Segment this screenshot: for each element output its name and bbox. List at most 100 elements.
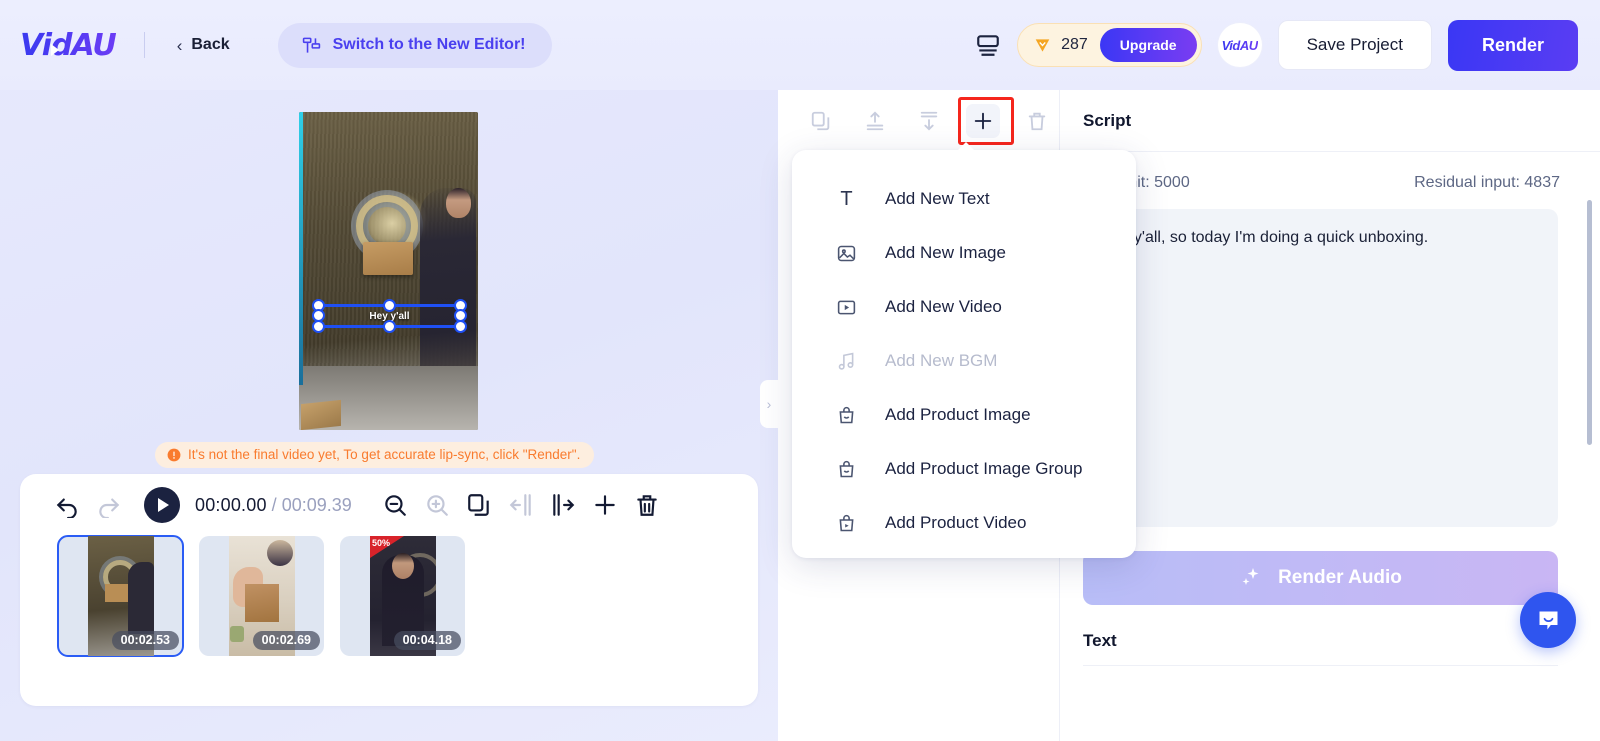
zoom-in-icon bbox=[427, 495, 448, 516]
total-time: 00:09.39 bbox=[281, 494, 352, 515]
music-icon bbox=[838, 352, 854, 370]
clip-thumbnail-1[interactable]: 00:02.53 bbox=[57, 535, 184, 657]
dropdown-item-add-new-text[interactable]: T Add New Text bbox=[792, 172, 1136, 226]
script-panel-title: Script bbox=[1061, 90, 1600, 152]
dropdown-item-label: Add Product Video bbox=[885, 513, 1027, 532]
dropdown-item-label: Add New Text bbox=[885, 189, 990, 208]
app-header: VidAU ‹ Back Switch to the New Editor! 2… bbox=[0, 0, 1600, 90]
resize-handle-bottom-left[interactable] bbox=[312, 320, 325, 333]
clip2-avatar bbox=[267, 540, 293, 566]
video-frame-light-edge bbox=[299, 112, 303, 386]
residual-input-label: Residual input: 4837 bbox=[1414, 174, 1560, 191]
dropdown-item-label: Add Product Image Group bbox=[885, 459, 1083, 478]
clip-thumbnail-2[interactable]: 00:02.69 bbox=[199, 536, 324, 656]
dropdown-item-label: Add Product Image bbox=[885, 405, 1031, 424]
back-button-label: Back bbox=[191, 36, 230, 53]
split-left-button bbox=[500, 484, 542, 526]
image-icon bbox=[837, 245, 856, 261]
video-frame-package bbox=[363, 242, 414, 276]
dropdown-item-add-new-bgm: Add New BGM bbox=[792, 334, 1136, 388]
clip2-package bbox=[245, 584, 279, 622]
dropdown-item-add-product-video[interactable]: Add Product Video bbox=[792, 496, 1136, 550]
bring-to-front-icon bbox=[866, 111, 884, 131]
dropdown-item-add-new-image[interactable]: Add New Image bbox=[792, 226, 1136, 280]
clip-thumbnail-3[interactable]: 50% 00:04.18 bbox=[340, 536, 465, 656]
clip-track: 00:02.53 00:02.69 50% 00:04.18 bbox=[20, 535, 758, 657]
clip2-plant bbox=[230, 626, 244, 642]
copy-icon bbox=[467, 494, 489, 516]
layer-toolbar bbox=[778, 90, 1060, 152]
video-canvas[interactable]: Hey y'all bbox=[299, 112, 478, 430]
save-project-button[interactable]: Save Project bbox=[1277, 20, 1432, 70]
sparkle-icon bbox=[1242, 568, 1259, 585]
gem-icon bbox=[1035, 38, 1050, 52]
switch-editor-label: Switch to the New Editor! bbox=[332, 36, 526, 53]
discount-badge-label: 50% bbox=[372, 538, 391, 548]
dropdown-item-add-product-image[interactable]: Add Product Image bbox=[792, 388, 1136, 442]
vidau-logo[interactable]: VidAU bbox=[20, 28, 117, 63]
bag-video-icon bbox=[839, 514, 854, 531]
back-button[interactable]: ‹ Back bbox=[171, 32, 236, 58]
trash-icon bbox=[1028, 112, 1046, 131]
render-audio-label: Render Audio bbox=[1278, 567, 1402, 588]
dropdown-item-label: Add New BGM bbox=[885, 351, 998, 370]
toolbar-copy-button bbox=[804, 104, 838, 138]
render-audio-button[interactable]: Render Audio bbox=[1083, 551, 1558, 605]
video-frame-person-head bbox=[446, 188, 471, 219]
toolbar-add-button[interactable] bbox=[966, 104, 1000, 138]
video-preview[interactable]: Hey y'all bbox=[299, 112, 478, 430]
timeline-controls: 00:00.00 / 00:09.39 bbox=[20, 474, 758, 536]
text-section-title: Text bbox=[1083, 631, 1558, 666]
script-textarea[interactable]: Hey y'all, so today I'm doing a quick un… bbox=[1083, 209, 1558, 527]
zoom-out-button[interactable] bbox=[374, 484, 416, 526]
video-icon bbox=[837, 300, 856, 314]
trash-icon bbox=[637, 495, 657, 516]
play-button[interactable] bbox=[144, 487, 180, 523]
chat-widget-button[interactable] bbox=[1520, 592, 1576, 648]
render-button[interactable]: Render bbox=[1447, 19, 1578, 71]
undo-button[interactable] bbox=[46, 484, 88, 526]
redo-icon bbox=[99, 498, 120, 518]
switch-editor-button[interactable]: Switch to the New Editor! bbox=[277, 22, 552, 68]
delete-clip-button[interactable] bbox=[626, 484, 668, 526]
dropdown-item-add-new-video[interactable]: Add New Video bbox=[792, 280, 1136, 334]
clip-duration: 00:04.18 bbox=[393, 631, 461, 650]
plus-icon bbox=[974, 112, 992, 130]
undo-icon bbox=[56, 498, 77, 518]
resize-handle-bottom-right[interactable] bbox=[454, 320, 467, 333]
panel-layout-icon[interactable] bbox=[975, 32, 1001, 58]
avatar[interactable]: VidAU bbox=[1217, 23, 1262, 67]
script-limits: Text limit: 5000 Residual input: 4837 bbox=[1061, 152, 1600, 192]
clip1-person bbox=[128, 562, 154, 635]
video-frame-cardboard bbox=[301, 399, 341, 430]
chevron-right-icon: › bbox=[766, 396, 772, 412]
toolbar-send-back-button bbox=[912, 104, 946, 138]
zoom-out-icon bbox=[385, 495, 406, 516]
upgrade-button[interactable]: Upgrade bbox=[1099, 28, 1197, 62]
video-frame-person bbox=[420, 188, 476, 392]
text-icon: T bbox=[840, 187, 853, 210]
add-clip-button[interactable] bbox=[584, 484, 626, 526]
avatar-label: VidAU bbox=[1221, 37, 1259, 53]
duplicate-clip-button[interactable] bbox=[458, 484, 500, 526]
info-icon bbox=[167, 448, 181, 461]
panel-collapse-toggle[interactable]: › bbox=[760, 380, 778, 428]
trim-left-icon bbox=[509, 494, 531, 516]
toolbar-bring-front-button bbox=[858, 104, 892, 138]
time-separator: / bbox=[271, 494, 277, 515]
resize-handle-bottom-center[interactable] bbox=[382, 320, 396, 333]
send-to-back-icon bbox=[920, 111, 938, 131]
bag-group-icon bbox=[839, 460, 854, 477]
split-right-button[interactable] bbox=[542, 484, 584, 526]
dropdown-item-add-product-image-group[interactable]: Add Product Image Group bbox=[792, 442, 1136, 496]
timeline-panel: 00:00.00 / 00:09.39 00:02.53 00:02.69 50… bbox=[20, 474, 758, 706]
text-layer-selection[interactable]: Hey y'all bbox=[312, 299, 467, 333]
zoom-in-button bbox=[416, 484, 458, 526]
resize-handle-top-center[interactable] bbox=[382, 299, 396, 312]
lip-sync-notice: It's not the final video yet, To get acc… bbox=[155, 442, 595, 468]
header-actions: 287 Upgrade VidAU Save Project Render bbox=[975, 19, 1578, 71]
chevron-left-icon: ‹ bbox=[176, 35, 183, 55]
credits-badge[interactable]: 287 Upgrade bbox=[1017, 23, 1202, 67]
editor-stage: Hey y'all It's not the final video yet, … bbox=[0, 90, 778, 741]
script-scrollbar[interactable] bbox=[1587, 200, 1592, 445]
